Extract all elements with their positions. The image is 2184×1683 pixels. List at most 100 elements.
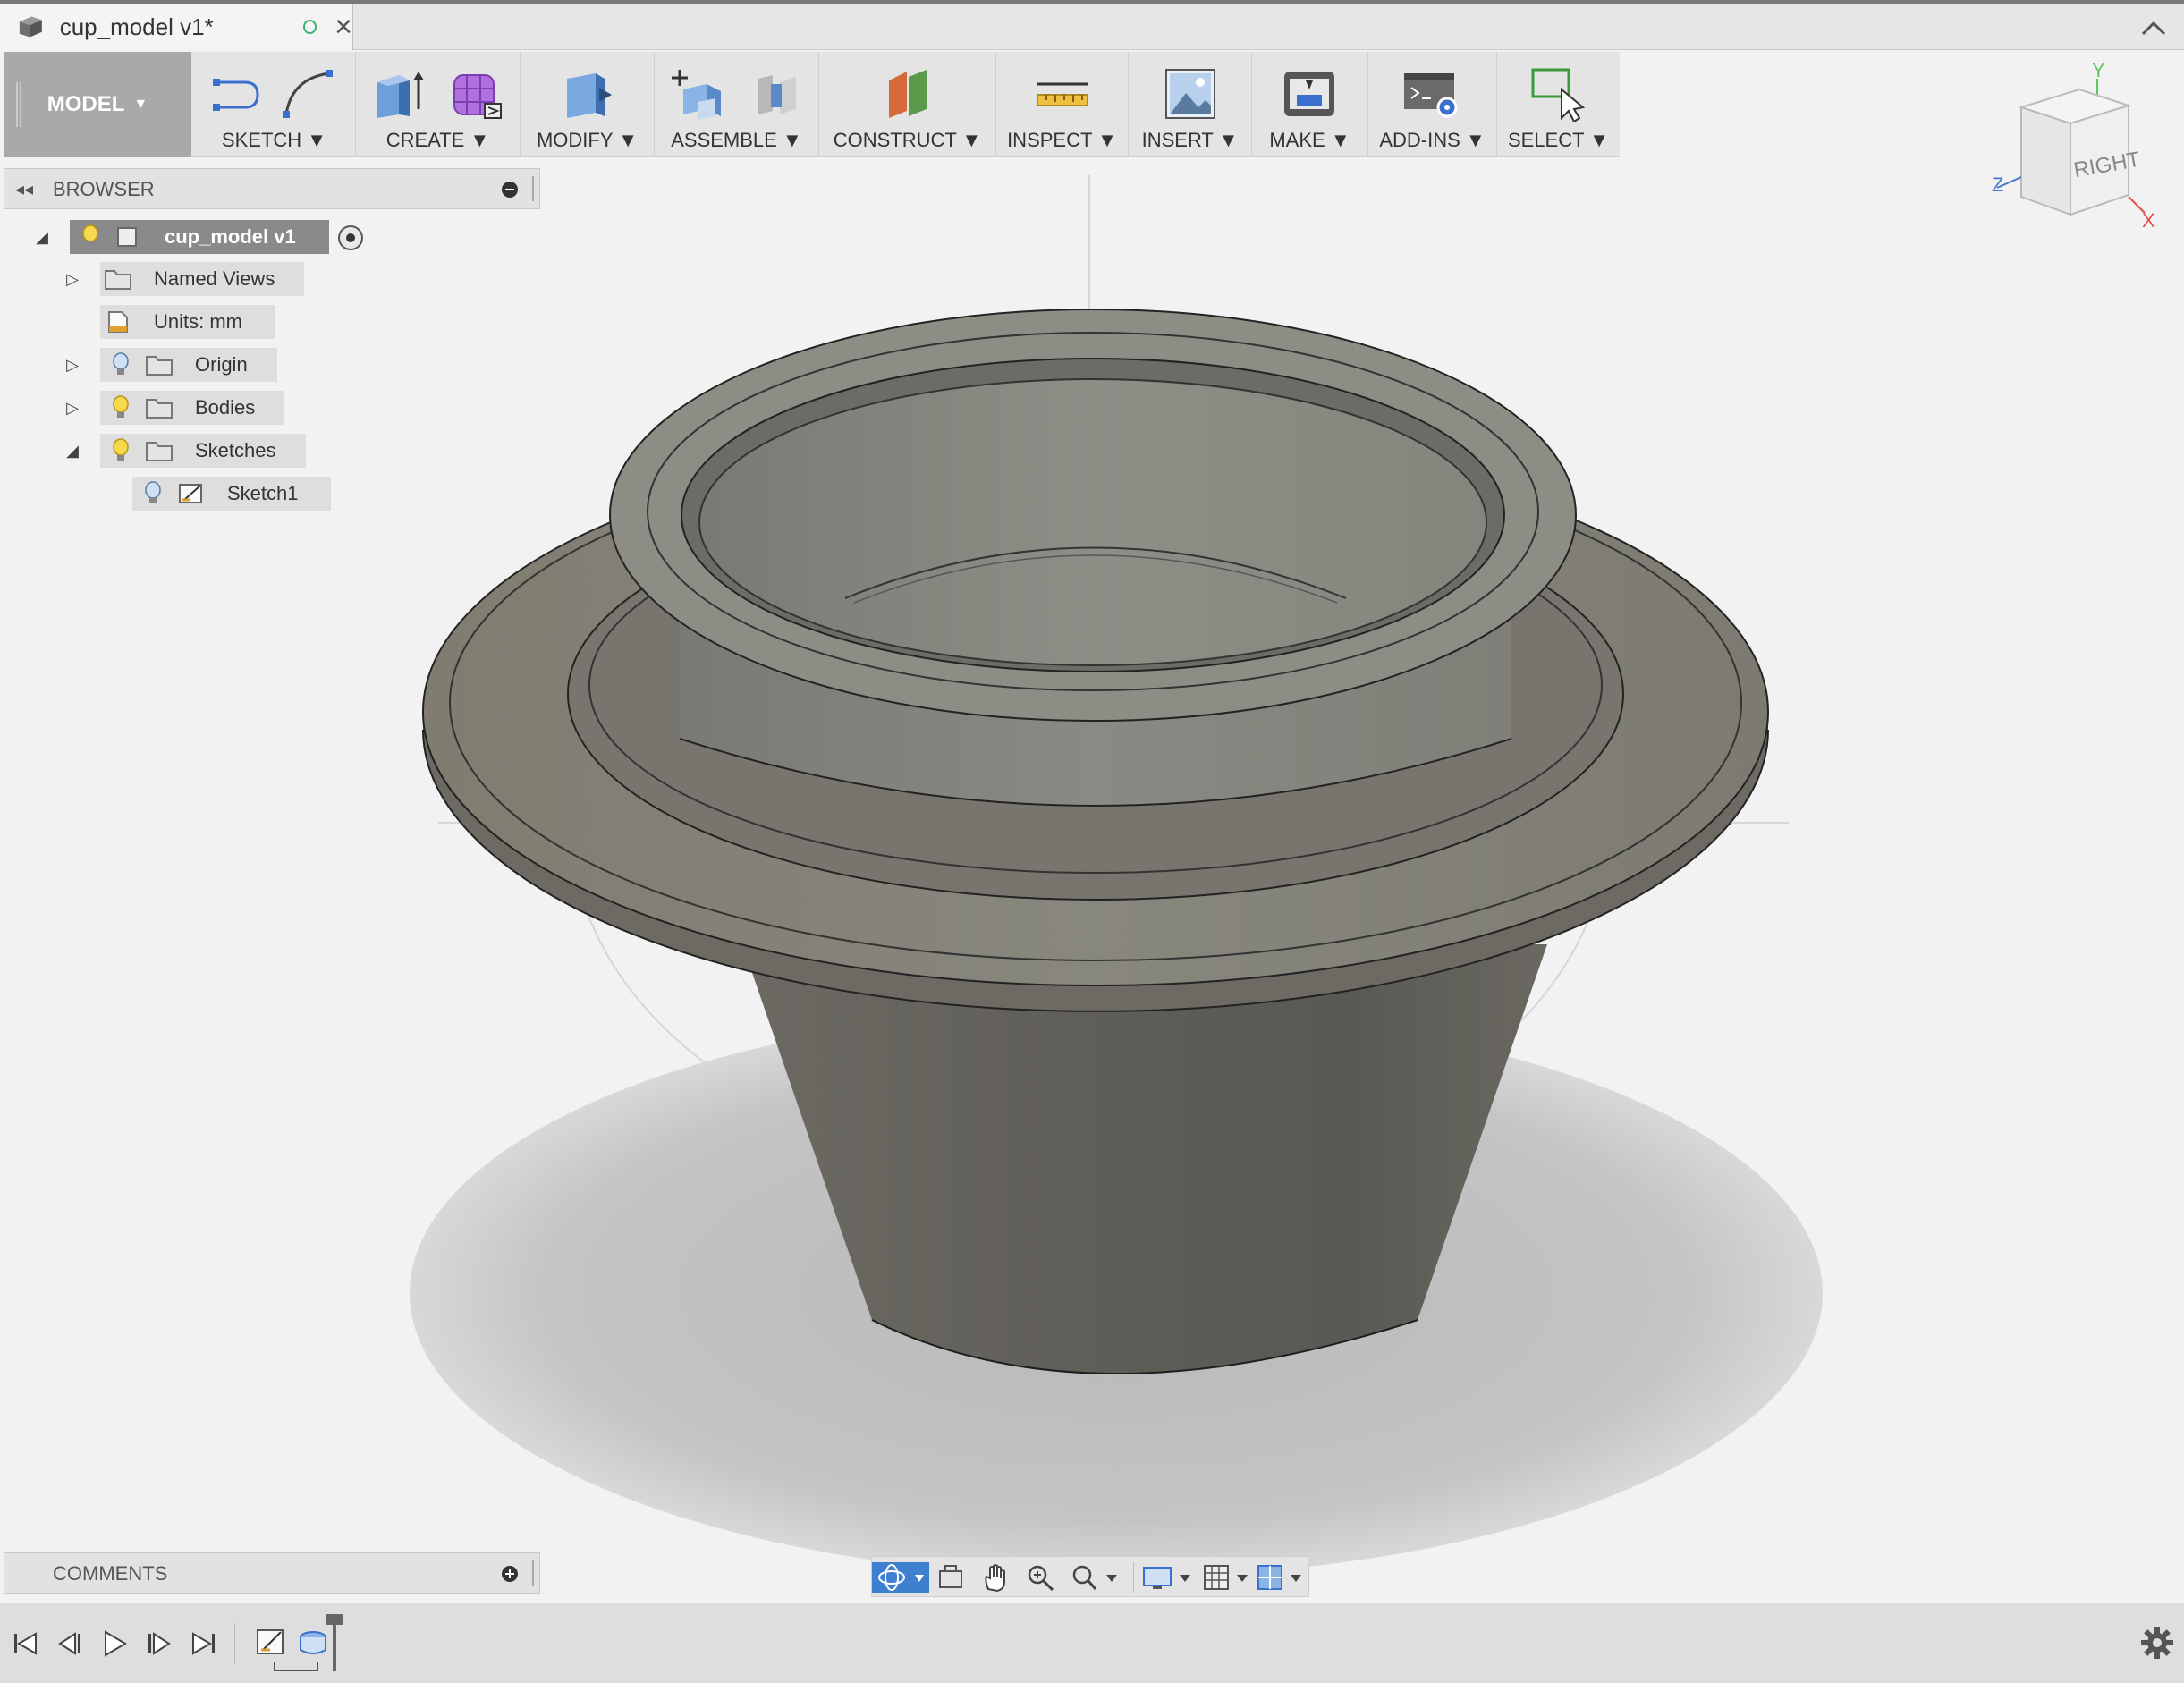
- expand-triangle-icon[interactable]: ▷: [63, 398, 82, 418]
- zoom-icon[interactable]: [1024, 1562, 1056, 1593]
- document-tab[interactable]: cup_model v1* ×: [0, 4, 353, 50]
- visibility-bulb-icon[interactable]: [143, 480, 163, 507]
- select-icon: [1531, 68, 1586, 122]
- insert-menu-label: INSERT: [1141, 129, 1214, 151]
- sketch-arc-icon: [283, 70, 333, 118]
- look-at-icon[interactable]: [935, 1562, 967, 1593]
- toolbar-group-insert[interactable]: INSERT ▼: [1129, 52, 1252, 157]
- close-tab-icon[interactable]: ×: [334, 12, 352, 42]
- collapse-triangle-icon[interactable]: ◢: [32, 227, 52, 247]
- tree-root-label: cup_model v1: [165, 225, 296, 248]
- press-pull-icon: [567, 73, 612, 118]
- chevron-up-icon[interactable]: [2136, 11, 2171, 47]
- timeline-marker-head[interactable]: [326, 1614, 343, 1625]
- viewports-icon[interactable]: [1255, 1562, 1308, 1593]
- measure-icon: [1037, 82, 1088, 106]
- grid-settings-icon[interactable]: [1201, 1562, 1253, 1593]
- activate-component-icon[interactable]: [338, 225, 363, 250]
- tree-item-label: Named Views: [154, 267, 275, 290]
- browser-title: BROWSER: [53, 178, 155, 200]
- navigation-bar: [871, 1556, 1309, 1597]
- gear-icon[interactable]: [2139, 1625, 2175, 1661]
- orbit-icon[interactable]: [872, 1562, 929, 1593]
- construct-menu-label: CONSTRUCT: [833, 129, 957, 151]
- toolbar-group-select[interactable]: SELECT ▼: [1497, 52, 1620, 157]
- viewcube-axis-y: Y: [2092, 63, 2105, 81]
- display-settings-icon[interactable]: [1140, 1562, 1196, 1593]
- toolbar-group-sketch[interactable]: SKETCH ▼: [193, 52, 356, 157]
- visibility-bulb-icon[interactable]: [111, 351, 131, 378]
- tree-item-label: Bodies: [195, 396, 256, 419]
- panel-resize-grip[interactable]: [532, 1560, 536, 1586]
- add-ins-menu-label: ADD-INS: [1379, 129, 1460, 151]
- pan-hand-icon[interactable]: [979, 1562, 1012, 1593]
- toolbar-group-modify[interactable]: MODIFY ▼: [521, 52, 655, 157]
- toolbar-group-inspect[interactable]: INSPECT ▼: [996, 52, 1129, 157]
- expand-triangle-icon[interactable]: ▷: [63, 355, 82, 375]
- viewcube-axis-x: X: [2142, 209, 2155, 232]
- step-forward-icon[interactable]: [143, 1628, 174, 1659]
- browser-panel-header[interactable]: ◂◂ BROWSER: [4, 168, 540, 209]
- collapse-panel-icon[interactable]: ◂◂: [15, 178, 33, 200]
- toolbar-group-make[interactable]: MAKE ▼: [1252, 52, 1368, 157]
- dropdown-arrow-icon: ▼: [307, 129, 327, 151]
- timeline-sketch-feature-icon[interactable]: [254, 1625, 290, 1661]
- fit-window-icon[interactable]: [1069, 1562, 1122, 1593]
- toolbar-grip[interactable]: [16, 82, 21, 127]
- sketch-line-icon: [213, 79, 259, 111]
- joint-icon: [758, 75, 796, 114]
- timeline-marker[interactable]: [333, 1620, 336, 1671]
- dropdown-arrow-icon: ▼: [961, 129, 982, 151]
- add-comment-icon[interactable]: [502, 1566, 518, 1582]
- tree-node-units[interactable]: Units: mm: [100, 305, 275, 339]
- save-status-icon: [302, 20, 317, 34]
- navbar-divider: [1133, 1562, 1134, 1593]
- assemble-menu-label: ASSEMBLE: [671, 129, 777, 151]
- 3d-viewport[interactable]: [0, 157, 2184, 1601]
- dropdown-arrow-icon: ▼: [1465, 129, 1486, 151]
- expand-triangle-icon[interactable]: ▷: [63, 269, 82, 289]
- tree-node-root[interactable]: cup_model v1: [70, 220, 329, 254]
- tree-node-sketches[interactable]: Sketches: [100, 434, 306, 468]
- comments-title: COMMENTS: [53, 1562, 168, 1585]
- go-to-end-icon[interactable]: [188, 1628, 218, 1659]
- document-tab-title: cup_model v1*: [59, 13, 214, 40]
- create-menu-label: CREATE: [385, 129, 465, 151]
- visibility-bulb-icon[interactable]: [80, 224, 100, 250]
- visibility-bulb-icon[interactable]: [111, 437, 131, 464]
- tree-item-label: Sketch1: [227, 482, 299, 504]
- timeline-divider: [234, 1623, 235, 1664]
- tree-node-sketch1[interactable]: Sketch1: [132, 477, 331, 511]
- folder-icon: [146, 399, 173, 419]
- timeline-group-bracket: [274, 1662, 318, 1671]
- document-icon: [19, 16, 42, 38]
- tree-item-label: Sketches: [195, 439, 276, 461]
- dropdown-arrow-icon: ▼: [1097, 129, 1117, 151]
- workspace-label: MODEL: [47, 92, 125, 116]
- step-back-icon[interactable]: [55, 1628, 86, 1659]
- extrude-icon: [377, 72, 424, 118]
- tree-node-bodies[interactable]: Bodies: [100, 391, 284, 425]
- minimize-panel-icon[interactable]: [502, 182, 518, 198]
- toolbar-group-assemble[interactable]: ASSEMBLE ▼: [655, 52, 819, 157]
- viewcube[interactable]: Y RIGHT Z X: [1981, 63, 2160, 241]
- tree-node-origin[interactable]: Origin: [100, 348, 277, 382]
- toolbar-group-create[interactable]: CREATE ▼: [356, 52, 521, 157]
- tree-node-named-views[interactable]: Named Views: [100, 262, 304, 296]
- timeline-revolve-feature-icon[interactable]: [295, 1625, 331, 1661]
- dropdown-arrow-icon: ▼: [782, 129, 802, 151]
- dropdown-arrow-icon: ▼: [1589, 129, 1610, 151]
- toolbar-group-add-ins[interactable]: ADD-INS ▼: [1368, 52, 1497, 157]
- dropdown-arrow-icon: ▼: [133, 97, 148, 112]
- toolbar-group-construct[interactable]: CONSTRUCT ▼: [819, 52, 996, 157]
- inspect-menu-label: INSPECT: [1007, 129, 1093, 151]
- visibility-bulb-icon[interactable]: [111, 394, 131, 421]
- collapse-triangle-icon[interactable]: ◢: [63, 441, 82, 461]
- document-settings-icon: [108, 311, 128, 333]
- comments-panel-header[interactable]: COMMENTS: [4, 1552, 540, 1594]
- folder-icon: [105, 270, 131, 290]
- panel-resize-grip[interactable]: [532, 176, 536, 201]
- go-to-start-icon[interactable]: [11, 1628, 41, 1659]
- workspace-switcher-button[interactable]: MODEL ▼: [4, 52, 191, 157]
- play-icon[interactable]: [98, 1628, 129, 1659]
